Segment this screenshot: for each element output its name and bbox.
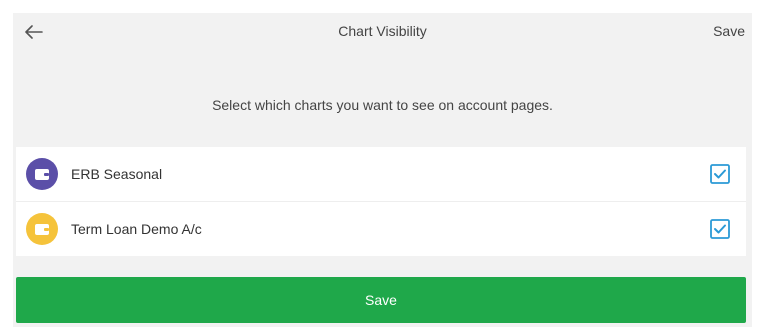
account-avatar <box>26 158 58 190</box>
header-bar: Chart Visibility Save <box>13 13 752 51</box>
list-item-term-loan-demo[interactable]: Term Loan Demo A/c <box>16 201 746 256</box>
list-item-erb-seasonal[interactable]: ERB Seasonal <box>16 147 746 201</box>
wallet-icon <box>35 224 49 235</box>
save-button[interactable]: Save <box>16 277 746 323</box>
visibility-checkbox[interactable] <box>710 219 730 239</box>
account-list: ERB Seasonal Term Loan Demo A/c <box>16 147 746 256</box>
instructions-text: Select which charts you want to see on a… <box>212 97 553 113</box>
wallet-icon <box>35 169 49 180</box>
save-button-label: Save <box>365 292 397 308</box>
checkbox-checked-icon <box>710 219 730 239</box>
chart-visibility-screen: Chart Visibility Save Select which chart… <box>13 13 752 327</box>
account-name: Term Loan Demo A/c <box>71 221 202 237</box>
page-title: Chart Visibility <box>338 23 427 39</box>
account-name: ERB Seasonal <box>71 166 163 182</box>
header-save-button[interactable]: Save <box>713 23 745 39</box>
visibility-checkbox[interactable] <box>710 164 730 184</box>
checkbox-checked-icon <box>710 164 730 184</box>
account-avatar <box>26 213 58 245</box>
